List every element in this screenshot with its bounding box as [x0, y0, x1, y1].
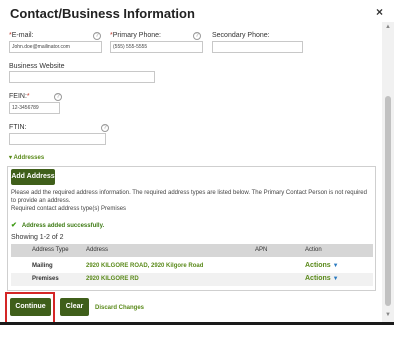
- secondary-phone-label: Secondary Phone:: [212, 32, 270, 39]
- actions-label: Actions: [305, 275, 331, 282]
- add-address-button[interactable]: Add Address: [11, 169, 55, 185]
- fein-field[interactable]: 12-3456789: [9, 102, 60, 114]
- column-header-apn[interactable]: APN: [255, 247, 267, 253]
- ftin-field[interactable]: [9, 133, 106, 145]
- success-message: ✔ Address added successfully.: [11, 221, 104, 229]
- bottom-divider: [0, 322, 394, 325]
- addresses-toggle[interactable]: ▾ Addresses: [9, 154, 44, 161]
- fein-help-icon[interactable]: ?: [54, 93, 62, 101]
- email-help-icon[interactable]: ?: [93, 32, 101, 40]
- primary-phone-help-icon[interactable]: ?: [193, 32, 201, 40]
- business-website-field[interactable]: [9, 71, 155, 83]
- primary-phone-label: *Primary Phone:: [110, 32, 161, 39]
- primary-phone-field[interactable]: (555) 555-5555: [110, 41, 203, 53]
- actions-label: Actions: [305, 262, 331, 269]
- chevron-down-icon: ▼: [332, 263, 339, 269]
- continue-button[interactable]: Continue: [10, 298, 51, 316]
- scrollbar-thumb[interactable]: [385, 96, 391, 306]
- column-header-action: Action: [305, 247, 322, 253]
- dialog-title: Contact/Business Information: [10, 6, 195, 21]
- required-address-types: Required contact address type(s) Premise…: [11, 206, 127, 212]
- pagination-summary: Showing 1-2 of 2: [11, 234, 64, 241]
- column-header-address[interactable]: Address: [86, 247, 108, 253]
- scroll-down-arrow-icon[interactable]: ▼: [385, 312, 391, 318]
- address-type-cell: Mailing: [32, 263, 53, 269]
- address-type-cell: Premises: [32, 276, 59, 282]
- email-field[interactable]: John.doe@mailinator.com: [9, 41, 102, 53]
- discard-changes-link[interactable]: Discard Changes: [95, 305, 144, 311]
- contact-business-dialog: Contact/Business Information × ▲ ▼ *E-ma…: [0, 0, 394, 341]
- email-label-text: E-mail:: [11, 32, 34, 39]
- success-message-text: Address added successfully.: [21, 223, 105, 229]
- chevron-down-icon: ▼: [332, 276, 339, 282]
- business-website-label: Business Website: [9, 63, 65, 70]
- close-icon[interactable]: ×: [376, 5, 383, 19]
- primary-phone-label-text: Primary Phone:: [112, 32, 161, 39]
- scroll-up-arrow-icon[interactable]: ▲: [385, 24, 391, 30]
- fein-label-text: FEIN:: [9, 93, 27, 100]
- table-row: Premises 2920 KILGORE RD Actions ▼: [11, 273, 373, 286]
- fein-label: FEIN:*: [9, 93, 30, 100]
- check-icon: ✔: [11, 222, 17, 229]
- address-link[interactable]: 2920 KILGORE RD: [86, 276, 139, 282]
- address-link[interactable]: 2920 KILGORE ROAD, 2920 Kilgore Road: [86, 263, 203, 269]
- address-info-text: Please add the required address informat…: [11, 189, 373, 213]
- clear-button[interactable]: Clear: [60, 298, 89, 316]
- table-header: Address Type Address APN Action: [11, 244, 373, 257]
- actions-menu[interactable]: Actions ▼: [305, 275, 339, 282]
- caret-down-icon: ▾: [9, 155, 13, 161]
- email-label: *E-mail:: [9, 32, 34, 39]
- column-header-address-type[interactable]: Address Type: [32, 247, 69, 253]
- required-mark: *: [26, 93, 30, 100]
- actions-menu[interactable]: Actions ▼: [305, 262, 339, 269]
- ftin-label: FTIN:: [9, 124, 27, 131]
- addresses-toggle-label: Addresses: [13, 155, 45, 161]
- secondary-phone-field[interactable]: [212, 41, 303, 53]
- address-info-paragraph: Please add the required address informat…: [11, 190, 367, 204]
- table-row: Mailing 2920 KILGORE ROAD, 2920 Kilgore …: [11, 260, 373, 273]
- ftin-help-icon[interactable]: ?: [101, 124, 109, 132]
